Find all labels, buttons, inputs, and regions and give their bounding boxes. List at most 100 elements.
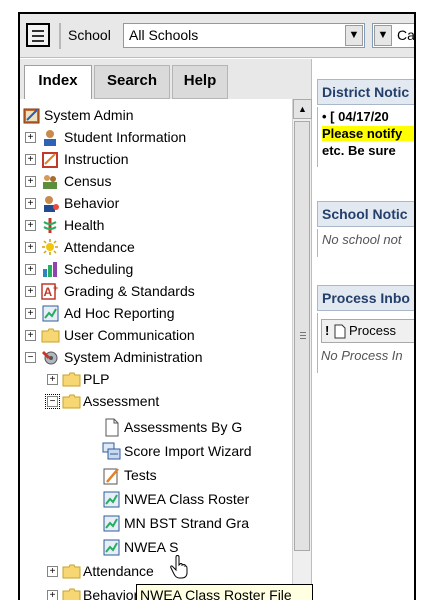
tree-label: MN BST Strand Gra <box>124 515 250 531</box>
grip-line <box>300 332 306 333</box>
calendar-select[interactable]: ▼ Ca <box>372 23 415 48</box>
scrollbar-thumb[interactable] <box>294 121 310 551</box>
report-icon <box>103 491 120 508</box>
tree-label: Instruction <box>64 151 129 167</box>
svg-text:+: + <box>53 283 58 293</box>
grip-line <box>300 335 306 336</box>
grading-icon: A + <box>41 283 58 300</box>
expand-icon[interactable]: + <box>25 308 36 319</box>
tree-label: Scheduling <box>64 261 134 277</box>
svg-text:A: A <box>44 285 53 299</box>
tree-label: System Administration <box>64 349 203 365</box>
expand-icon[interactable]: + <box>25 264 36 275</box>
hand-cursor-icon <box>170 555 188 579</box>
expand-icon[interactable]: + <box>25 132 36 143</box>
report-icon <box>103 539 120 556</box>
tooltip: NWEA Class Roster File <box>136 584 313 600</box>
tree-scrollbar[interactable]: ▲ <box>292 99 312 600</box>
collapse-icon[interactable]: − <box>45 394 60 409</box>
school-select-value: All Schools <box>129 27 199 43</box>
process-inbox-title: Process Inbo <box>317 285 414 311</box>
district-notice-date: • [ 04/17/20 <box>322 109 389 124</box>
app-frame: School All Schools ▼ ▼ Ca Index Search H… <box>18 12 416 600</box>
calendar-select-value: Ca <box>397 27 415 43</box>
district-notices-title: District Notic <box>317 79 414 105</box>
district-notice-highlight: Please notify <box>322 126 414 141</box>
grip-line <box>300 338 306 339</box>
folder-icon <box>62 372 81 387</box>
tree-label: Score Import Wizard <box>124 443 252 459</box>
tree-label: Grading & Standards <box>64 283 195 299</box>
school-notices-title: School Notic <box>317 201 414 227</box>
navigation-pane: Index Search Help System Admin + Student… <box>20 59 312 600</box>
school-select[interactable]: All Schools ▼ <box>123 23 365 48</box>
expand-icon[interactable]: + <box>47 590 58 600</box>
tree-label: Student Information <box>64 129 187 145</box>
import-wizard-icon <box>102 442 121 460</box>
system-admin-icon <box>23 108 40 124</box>
tree-label: NWEA Class Roster <box>124 491 250 507</box>
expand-icon[interactable]: + <box>25 242 36 253</box>
process-inbox-empty: No Process In <box>321 348 403 363</box>
expand-icon[interactable]: + <box>25 176 36 187</box>
tree-label: Attendance <box>64 239 135 255</box>
district-notices-body: • [ 04/17/20 Please notify etc. Be sure <box>317 107 414 167</box>
scroll-up-icon[interactable]: ▲ <box>293 99 312 119</box>
folder-icon <box>62 564 81 579</box>
list-icon-line <box>32 40 44 42</box>
list-icon-line <box>32 30 44 32</box>
navigation-tree: System Admin + Student Information + Ins… <box>20 99 292 600</box>
priority-column-header[interactable]: ! <box>325 323 329 338</box>
report-icon <box>103 515 120 532</box>
chevron-down-icon[interactable]: ▼ <box>345 25 363 46</box>
toolbar-separator <box>59 23 61 49</box>
tree-label: Health <box>64 217 105 233</box>
collapse-icon[interactable]: − <box>25 352 36 363</box>
tree-label: Ad Hoc Reporting <box>64 305 175 321</box>
school-notices-body: No school not <box>317 229 414 257</box>
chevron-down-icon[interactable]: ▼ <box>374 25 392 46</box>
tree-label: Census <box>64 173 112 189</box>
system-administration-icon <box>41 350 58 365</box>
content-pane: District Notic • [ 04/17/20 Please notif… <box>313 59 414 600</box>
school-label: School <box>68 27 111 43</box>
list-icon-line <box>32 35 44 37</box>
tab-search[interactable]: Search <box>94 65 170 99</box>
process-inbox-body: ! Process No Process In <box>317 313 414 373</box>
tree-label: NWEA S <box>124 539 179 555</box>
expand-icon[interactable]: + <box>25 154 36 165</box>
tree-label: Assessments By G <box>124 419 243 435</box>
tree-label: Attendance <box>83 563 154 579</box>
expand-icon[interactable]: + <box>25 198 36 209</box>
process-table-header: ! Process <box>321 319 414 343</box>
tree-label: PLP <box>83 371 110 387</box>
expand-icon[interactable]: + <box>25 286 36 297</box>
tree-label: Behavior <box>83 587 139 600</box>
census-icon <box>43 175 57 189</box>
tree-label: User Communication <box>64 327 195 343</box>
document-icon <box>105 418 119 437</box>
instruction-icon <box>42 152 58 168</box>
process-column-header[interactable]: Process <box>349 323 396 338</box>
tab-help[interactable]: Help <box>172 65 228 99</box>
tree-label: Assessment <box>83 393 160 409</box>
district-notice-text: etc. Be sure <box>322 143 396 158</box>
tree-label: Behavior <box>64 195 120 211</box>
health-icon <box>43 218 57 233</box>
folder-icon <box>62 588 81 600</box>
expand-icon[interactable]: + <box>47 566 58 577</box>
student-icon <box>44 130 56 146</box>
scheduling-icon <box>43 262 57 277</box>
toggle-tree-button[interactable] <box>26 23 50 47</box>
tab-index[interactable]: Index <box>24 65 92 99</box>
expand-icon[interactable]: + <box>25 220 36 231</box>
document-icon <box>334 324 346 339</box>
expand-icon[interactable]: + <box>25 330 36 341</box>
folder-open-icon <box>62 394 81 409</box>
toolbar: School All Schools ▼ ▼ Ca <box>20 14 414 58</box>
tests-icon <box>103 468 119 485</box>
folder-icon <box>41 328 60 343</box>
tree-label: Tests <box>124 467 157 483</box>
expand-icon[interactable]: + <box>47 374 58 385</box>
attendance-icon <box>42 239 58 255</box>
